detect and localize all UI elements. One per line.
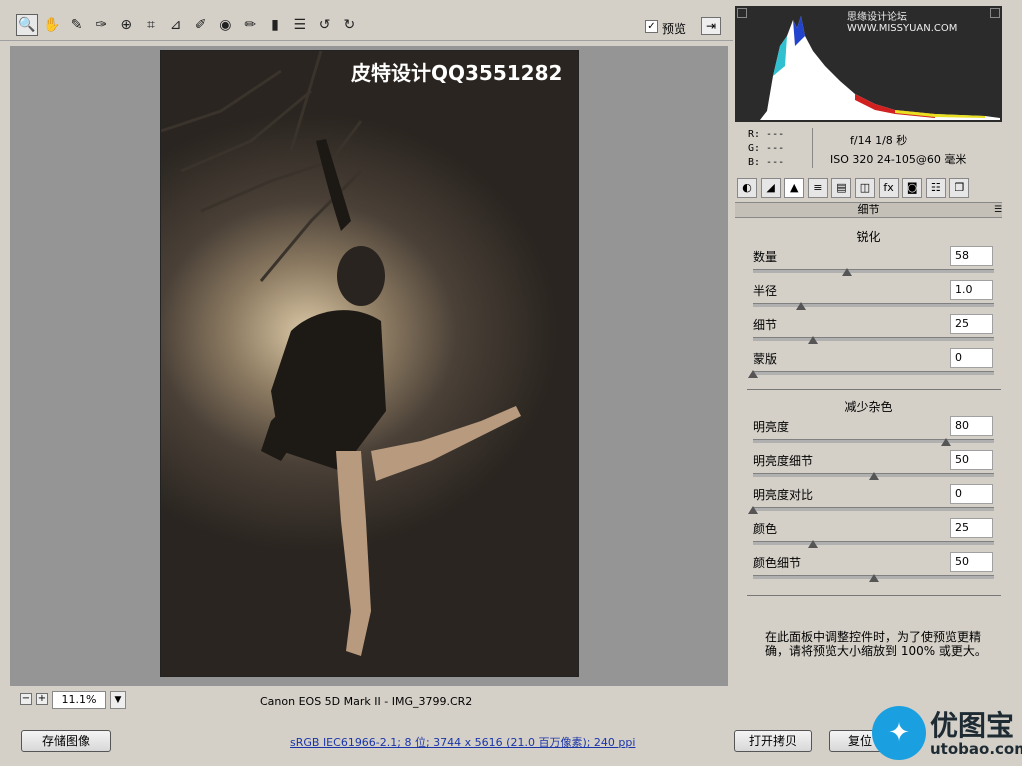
slider-track[interactable] [753, 371, 994, 375]
tab-tone-curve-icon[interactable]: ◢ [760, 178, 781, 198]
slider-value-field[interactable]: 80 [950, 416, 993, 436]
b-readout: B: --- [748, 157, 785, 168]
slider-label: 蒙版 [753, 352, 778, 366]
adjustment-brush-icon[interactable]: ✏ [239, 14, 261, 36]
section-divider [747, 389, 1001, 390]
exif-iso-lens: ISO 320 24-105@60 毫米 [830, 153, 967, 166]
slider-value-field[interactable]: 1.0 [950, 280, 993, 300]
color-sampler-tool-icon[interactable]: ✑ [90, 14, 112, 36]
tab-detail-icon[interactable]: ▲ [784, 178, 805, 198]
tab-effects-icon[interactable]: fx [878, 178, 899, 198]
photo-watermark: 皮特设计QQ3551282 [351, 61, 563, 85]
slider-thumb[interactable] [841, 268, 852, 276]
slider-track[interactable] [753, 439, 994, 443]
slider-value-field[interactable]: 0 [950, 348, 993, 368]
red-eye-tool-icon[interactable]: ◉ [214, 14, 236, 36]
g-readout: G: --- [748, 143, 785, 154]
preview-photo[interactable]: 皮特设计QQ3551282 [160, 50, 579, 677]
slider-label: 明亮度对比 [753, 488, 814, 502]
slider-label: 颜色 [753, 522, 778, 536]
target-adjustment-tool-icon[interactable]: ⊕ [115, 14, 137, 36]
zoom-level-field[interactable]: 11.1% [52, 691, 106, 709]
slider-value-field[interactable]: 50 [950, 450, 993, 470]
fullscreen-icon: ⇥ [705, 19, 717, 33]
site-watermark: 思缘设计论坛 WWW.MISSYUAN.COM [847, 12, 958, 34]
slider-value-field[interactable]: 25 [950, 314, 993, 334]
tab-camera-calibration-icon[interactable]: ◙ [902, 178, 923, 198]
sharpening-section-title: 锐化 [856, 230, 881, 244]
hand-tool-icon[interactable]: ✋ [41, 14, 63, 36]
zoom-out-button[interactable]: − [20, 693, 32, 705]
save-image-button[interactable]: 存储图像 [21, 730, 111, 752]
slider-value-field[interactable]: 0 [950, 484, 993, 504]
panel-hint: 在此面板中调整控件时，为了使预览更精确，请将预览大小缩放到 100% 或更大。 [765, 630, 987, 658]
slider-thumb[interactable] [748, 506, 758, 514]
preferences-icon[interactable]: ☰ [289, 14, 311, 36]
chevron-down-icon: ▼ [114, 695, 122, 705]
slider-track[interactable] [753, 337, 994, 341]
bird-icon: ✦ [872, 706, 926, 760]
white-balance-tool-icon[interactable]: ✎ [66, 14, 88, 36]
bottom-bar: 存储图像 sRGB IEC61966-2.1; 8 位; 3744 x 5616… [0, 712, 1022, 766]
histogram: 思缘设计论坛 WWW.MISSYUAN.COM [735, 6, 1002, 122]
slider-track[interactable] [753, 303, 994, 307]
zoom-in-button[interactable]: + [36, 693, 48, 705]
tab-snapshots-icon[interactable]: ❐ [949, 178, 970, 198]
tab-presets-icon[interactable]: ☷ [925, 178, 946, 198]
slider-label: 明亮度细节 [753, 454, 814, 468]
rotate-ccw-icon[interactable]: ↺ [314, 14, 336, 36]
workflow-options-link[interactable]: sRGB IEC61966-2.1; 8 位; 3744 x 5616 (21.… [290, 734, 635, 750]
tab-lens-corrections-icon[interactable]: ◫ [855, 178, 875, 198]
tab-split-toning-icon[interactable]: ▤ [831, 178, 852, 198]
spot-removal-tool-icon[interactable]: ✐ [190, 14, 212, 36]
slider-thumb[interactable] [796, 302, 807, 310]
slider-thumb[interactable] [748, 370, 758, 378]
zoom-dropdown-button[interactable]: ▼ [110, 691, 126, 709]
panel-tabs: ◐ ◢ ▲ ≡ ▤ ◫ fx ◙ ☷ ❐ [735, 178, 1002, 200]
slider-label: 细节 [753, 318, 778, 332]
slider-label: 半径 [753, 284, 778, 298]
preview-checkbox[interactable]: ✓ [645, 20, 658, 33]
logo-text: 优图宝 [930, 709, 1015, 742]
slider-thumb[interactable] [940, 438, 951, 446]
panel-menu-icon[interactable]: ☰ [994, 205, 1002, 215]
slider-thumb[interactable] [868, 574, 879, 582]
slider-thumb[interactable] [868, 472, 879, 480]
crop-tool-icon[interactable]: ⌗ [140, 14, 162, 36]
r-readout: R: --- [748, 129, 785, 140]
slider-track[interactable] [753, 541, 994, 545]
panel-title: 细节 [735, 202, 1002, 218]
exif-aperture-shutter: f/14 1/8 秒 [850, 134, 908, 147]
slider-track[interactable] [753, 507, 994, 511]
open-copy-button[interactable]: 打开拷贝 [734, 730, 812, 752]
slider-value-field[interactable]: 50 [950, 552, 993, 572]
slider-value-field[interactable]: 25 [950, 518, 993, 538]
tab-basic-icon[interactable]: ◐ [737, 178, 757, 198]
slider-label: 明亮度 [753, 420, 790, 434]
logo-url: utobao.com [930, 740, 1022, 758]
readout-divider [812, 128, 813, 168]
tab-hsl-icon[interactable]: ≡ [807, 178, 828, 198]
slider-label: 数量 [753, 250, 778, 264]
slider-label: 颜色细节 [753, 556, 802, 570]
noise-section-title: 减少杂色 [844, 400, 893, 414]
graduated-filter-icon[interactable]: ▮ [264, 14, 286, 36]
zoom-tool-icon[interactable]: 🔍 [16, 14, 38, 36]
site-logo: ✦ 优图宝 utobao.com [872, 700, 1022, 766]
preview-label: 预览 [662, 22, 687, 36]
straighten-tool-icon[interactable]: ⊿ [165, 14, 187, 36]
camera-info: Canon EOS 5D Mark II - IMG_3799.CR2 [260, 695, 473, 708]
fullscreen-button[interactable]: ⇥ [701, 17, 721, 35]
section-divider [747, 595, 1001, 596]
preview-statusbar: − + 11.1% ▼ Canon EOS 5D Mark II - IMG_3… [10, 688, 728, 712]
slider-thumb[interactable] [808, 336, 819, 344]
slider-thumb[interactable] [808, 540, 819, 548]
slider-value-field[interactable]: 58 [950, 246, 993, 266]
rotate-cw-icon[interactable]: ↻ [338, 14, 360, 36]
rgb-readout: R: --- G: --- B: --- [748, 128, 784, 170]
slider-track[interactable] [753, 269, 994, 273]
photo-figure [161, 51, 521, 656]
detail-panel: 锐化 数量 58 半径 1.0 细节 25 蒙版 0 减少杂色 明亮度 80 明亮度细节 50 明亮度… [735, 220, 1002, 710]
